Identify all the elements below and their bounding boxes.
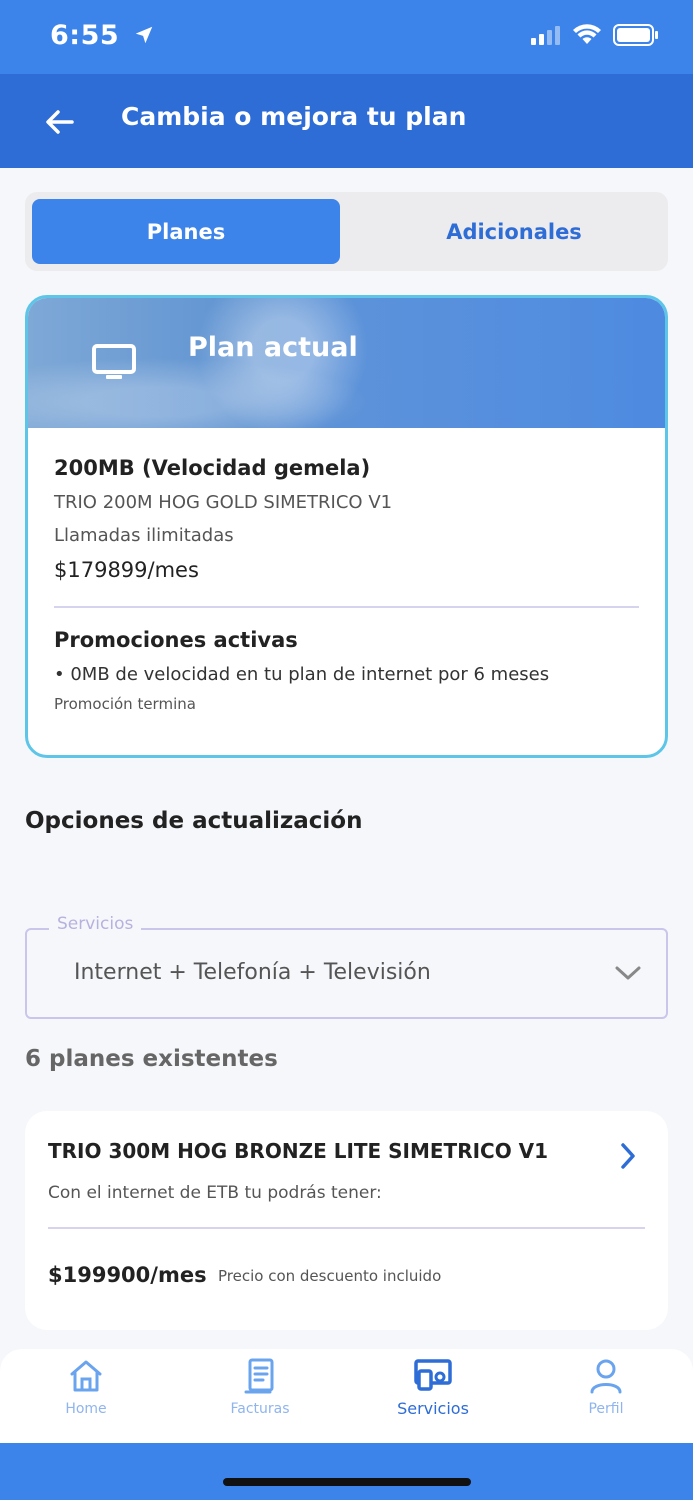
offer-card[interactable]: TRIO 300M HOG BRONZE LITE SIMETRICO V1 C… xyxy=(25,1111,668,1330)
tv-icon xyxy=(92,344,136,379)
plan-price: $179899/mes xyxy=(54,558,199,582)
nav-label-perfil: Perfil xyxy=(588,1401,624,1417)
devices-icon xyxy=(414,1359,452,1391)
plan-name: 200MB (Velocidad gemela) xyxy=(54,456,371,480)
user-icon xyxy=(590,1359,622,1394)
status-bar: 6:55 xyxy=(0,0,693,74)
offer-description: Con el internet de ETB tu podrás tener: xyxy=(48,1183,382,1203)
chevron-right-icon[interactable] xyxy=(618,1141,638,1171)
offer-name: TRIO 300M HOG BRONZE LITE SIMETRICO V1 xyxy=(48,1139,549,1163)
promotion-item: • 0MB de velocidad en tu plan de interne… xyxy=(54,664,550,685)
app-bar: Cambia o mejora tu plan xyxy=(0,74,693,168)
plan-code: TRIO 200M HOG GOLD SIMETRICO V1 xyxy=(54,492,393,513)
nav-facturas[interactable]: Facturas xyxy=(190,1357,330,1437)
nav-servicios[interactable]: Servicios xyxy=(363,1357,503,1437)
current-plan-card: Plan actual 200MB (Velocidad gemela) TRI… xyxy=(25,295,668,758)
cellular-signal-icon xyxy=(531,26,560,45)
page-title: Cambia o mejora tu plan xyxy=(121,102,467,131)
status-time-text: 6:55 xyxy=(50,20,120,51)
services-select-label: Servicios xyxy=(49,914,142,934)
battery-icon xyxy=(613,24,658,46)
promotions-title: Promociones activas xyxy=(54,628,298,652)
arrow-left-icon xyxy=(46,110,74,134)
nav-perfil[interactable]: Perfil xyxy=(536,1357,676,1437)
status-icons xyxy=(531,24,659,46)
status-time: 6:55 xyxy=(50,20,155,51)
nav-label-facturas: Facturas xyxy=(230,1401,290,1417)
plan-banner-title: Plan actual xyxy=(188,332,358,363)
wifi-icon xyxy=(573,24,601,44)
location-arrow-icon xyxy=(135,26,153,44)
offer-price: $199900/mes xyxy=(48,1263,207,1287)
plan-calls: Llamadas ilimitadas xyxy=(54,525,234,546)
invoice-icon xyxy=(244,1358,274,1394)
upgrade-section-title: Opciones de actualización xyxy=(25,808,363,834)
tab-switcher: Planes Adicionales xyxy=(25,192,668,271)
home-indicator-area xyxy=(0,1443,693,1500)
plan-details: 200MB (Velocidad gemela) TRIO 200M HOG G… xyxy=(54,456,639,713)
nav-label-home: Home xyxy=(65,1401,107,1417)
nav-label-servicios: Servicios xyxy=(397,1399,469,1418)
back-button[interactable] xyxy=(40,102,80,142)
promotion-end: Promoción termina xyxy=(54,695,196,713)
tab-adicionales[interactable]: Adicionales xyxy=(360,199,668,264)
tab-planes[interactable]: Planes xyxy=(32,199,340,264)
plans-count: 6 planes existentes xyxy=(25,1046,278,1072)
offer-price-note: Precio con descuento incluido xyxy=(218,1267,442,1285)
services-select[interactable]: Servicios Internet + Telefonía + Televis… xyxy=(25,914,668,1019)
bottom-nav: Home Facturas Servicios Perfil xyxy=(0,1349,693,1443)
divider xyxy=(48,1227,645,1229)
divider xyxy=(54,606,639,608)
chevron-down-icon xyxy=(615,966,641,980)
home-indicator[interactable] xyxy=(223,1478,471,1486)
plan-banner-image: Plan actual xyxy=(28,298,665,428)
services-select-value: Internet + Telefonía + Televisión xyxy=(74,960,431,985)
nav-home[interactable]: Home xyxy=(16,1357,156,1437)
home-icon xyxy=(70,1360,102,1392)
